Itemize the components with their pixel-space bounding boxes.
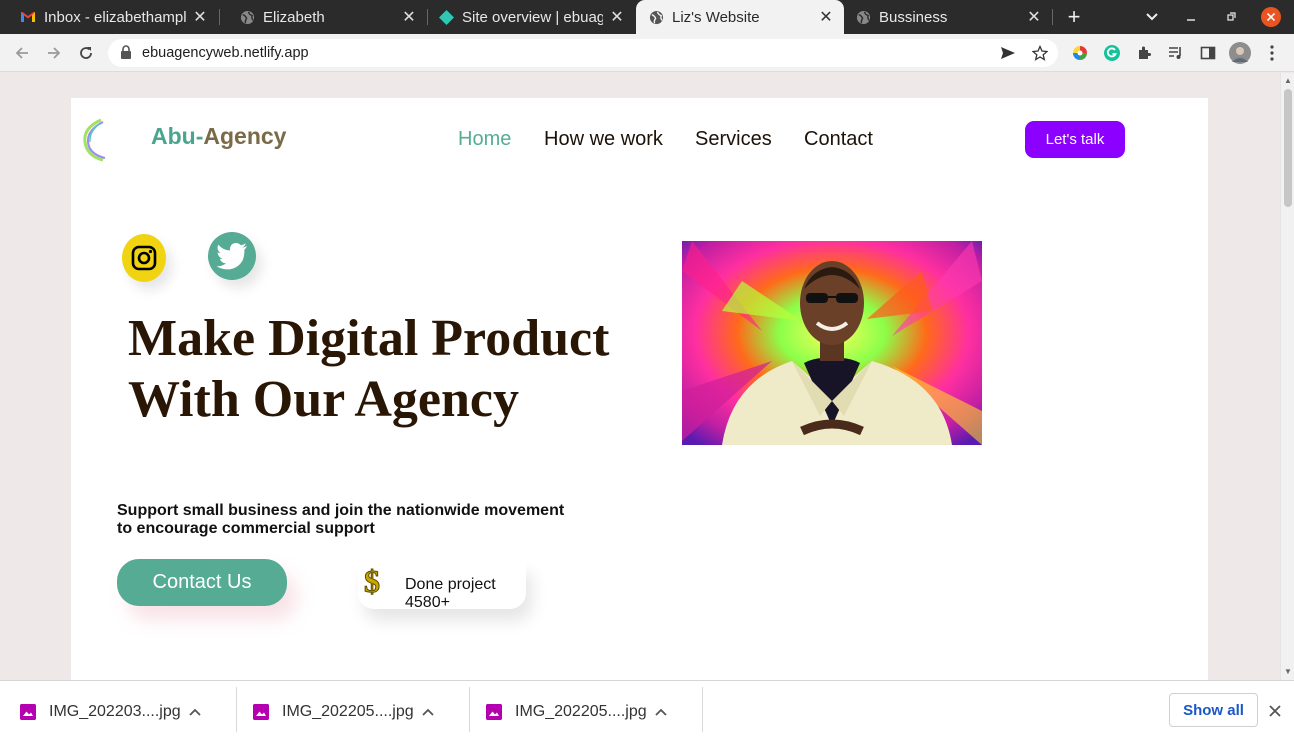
image-file-icon	[486, 703, 502, 720]
download-filename: IMG_202205....jpg	[282, 702, 414, 720]
tab-bussiness[interactable]: Bussiness ✕	[845, 0, 1052, 34]
grammarly-icon[interactable]	[1098, 39, 1126, 67]
headline-line-1: Make Digital Product	[128, 310, 610, 367]
tab-title: Inbox - elizabethampl	[44, 8, 186, 26]
dollar-icon: $	[362, 563, 386, 600]
logo-icon	[81, 116, 109, 164]
show-all-button[interactable]: Show all	[1169, 693, 1258, 727]
brand-part-1: Abu-	[151, 123, 204, 149]
close-icon[interactable]: ✕	[1026, 9, 1042, 26]
close-icon[interactable]: ✕	[609, 9, 625, 26]
nav-services[interactable]: Services	[695, 128, 772, 151]
chevron-up-icon[interactable]	[649, 708, 673, 716]
reload-icon[interactable]	[72, 39, 100, 67]
tab-title: Bussiness	[879, 8, 948, 26]
download-filename: IMG_202203....jpg	[49, 702, 181, 720]
hero-subtext: Support small business and join the nati…	[117, 502, 587, 538]
new-tab-icon[interactable]: +	[1059, 0, 1089, 34]
send-icon[interactable]	[998, 43, 1018, 63]
brand-part-2: Agency	[203, 123, 287, 149]
side-panel-icon[interactable]	[1194, 39, 1222, 67]
tab-gmail[interactable]: Inbox - elizabethampl ✕	[0, 0, 218, 34]
close-window-icon[interactable]	[1256, 0, 1286, 34]
tab-site-overview[interactable]: Site overview | ebuag ✕	[428, 0, 635, 34]
lets-talk-button[interactable]: Let's talk	[1025, 121, 1125, 158]
avatar[interactable]	[1226, 39, 1254, 67]
tab-title: Site overview | ebuag	[462, 8, 603, 26]
headline-line-2: With Our Agency	[128, 371, 520, 428]
tab-strip: Inbox - elizabethampl ✕ Elizabeth ✕ Site…	[0, 0, 1294, 34]
hero-image	[682, 241, 982, 445]
image-file-icon	[20, 703, 36, 720]
twitter-icon[interactable]	[208, 232, 256, 280]
hero-headline: Make Digital Product With Our Agency	[128, 308, 688, 430]
tab-liz-website[interactable]: Liz's Website ✕	[636, 0, 844, 34]
download-filename: IMG_202205....jpg	[515, 702, 647, 720]
nav-contact[interactable]: Contact	[804, 128, 873, 151]
nav-home[interactable]: Home	[458, 128, 511, 151]
lock-icon[interactable]	[120, 45, 132, 65]
subtext-line-1: Support small business and join the nati…	[117, 502, 565, 519]
browser-toolbar: ebuagencyweb.netlify.app	[0, 34, 1294, 72]
download-item[interactable]: IMG_202205....jpg	[233, 687, 440, 736]
done-project-card: $ Done project 4580+	[358, 561, 526, 611]
star-icon[interactable]	[1030, 43, 1050, 63]
color-extension-icon[interactable]	[1066, 39, 1094, 67]
nav-how-we-work[interactable]: How we work	[544, 128, 663, 151]
address-bar[interactable]: ebuagencyweb.netlify.app	[108, 39, 1058, 67]
svg-text:$: $	[364, 564, 380, 598]
close-icon[interactable]: ✕	[401, 9, 417, 26]
tab-elizabeth[interactable]: Elizabeth ✕	[219, 0, 427, 34]
scroll-up-icon[interactable]: ▲	[1283, 76, 1293, 86]
extensions-icon[interactable]	[1130, 39, 1158, 67]
globe-icon	[855, 9, 871, 25]
stat-value: 4580+	[405, 594, 450, 611]
globe-icon	[239, 9, 255, 25]
minimize-icon[interactable]	[1176, 0, 1206, 34]
brand-name[interactable]: Abu-Agency	[151, 123, 286, 150]
gmail-icon	[20, 9, 36, 25]
url-text: ebuagencyweb.netlify.app	[142, 45, 309, 61]
scroll-thumb[interactable]	[1284, 89, 1292, 207]
stat-label: Done project	[405, 576, 496, 593]
tab-title: Liz's Website	[672, 8, 760, 26]
globe-icon	[648, 9, 664, 25]
download-bar: IMG_202203....jpg IMG_202205....jpg IMG_…	[0, 680, 1294, 741]
download-item[interactable]: IMG_202203....jpg	[0, 687, 207, 736]
page-scrollbar[interactable]: ▲ ▼	[1280, 73, 1294, 680]
netlify-icon	[438, 9, 454, 25]
tab-search-icon[interactable]	[1137, 0, 1167, 34]
restore-icon[interactable]	[1216, 0, 1246, 34]
scroll-down-icon[interactable]: ▼	[1283, 667, 1293, 677]
close-icon[interactable]	[1265, 701, 1285, 721]
close-icon[interactable]: ✕	[192, 9, 208, 26]
subtext-line-2: to encourage commercial support	[117, 520, 375, 537]
download-item[interactable]: IMG_202205....jpg	[466, 687, 673, 736]
menu-icon[interactable]	[1258, 39, 1286, 67]
back-icon[interactable]	[8, 39, 36, 67]
tab-title: Elizabeth	[263, 8, 325, 26]
chevron-up-icon[interactable]	[183, 708, 207, 716]
image-file-icon	[253, 703, 269, 720]
landing-card: Abu-Agency Home How we work Services Con…	[71, 98, 1208, 680]
page-viewport: Abu-Agency Home How we work Services Con…	[0, 73, 1280, 680]
chevron-up-icon[interactable]	[416, 708, 440, 716]
instagram-icon[interactable]	[122, 234, 166, 282]
close-icon[interactable]: ✕	[818, 9, 834, 26]
media-control-icon[interactable]	[1162, 39, 1190, 67]
contact-us-button[interactable]: Contact Us	[117, 559, 287, 606]
forward-icon[interactable]	[40, 39, 68, 67]
